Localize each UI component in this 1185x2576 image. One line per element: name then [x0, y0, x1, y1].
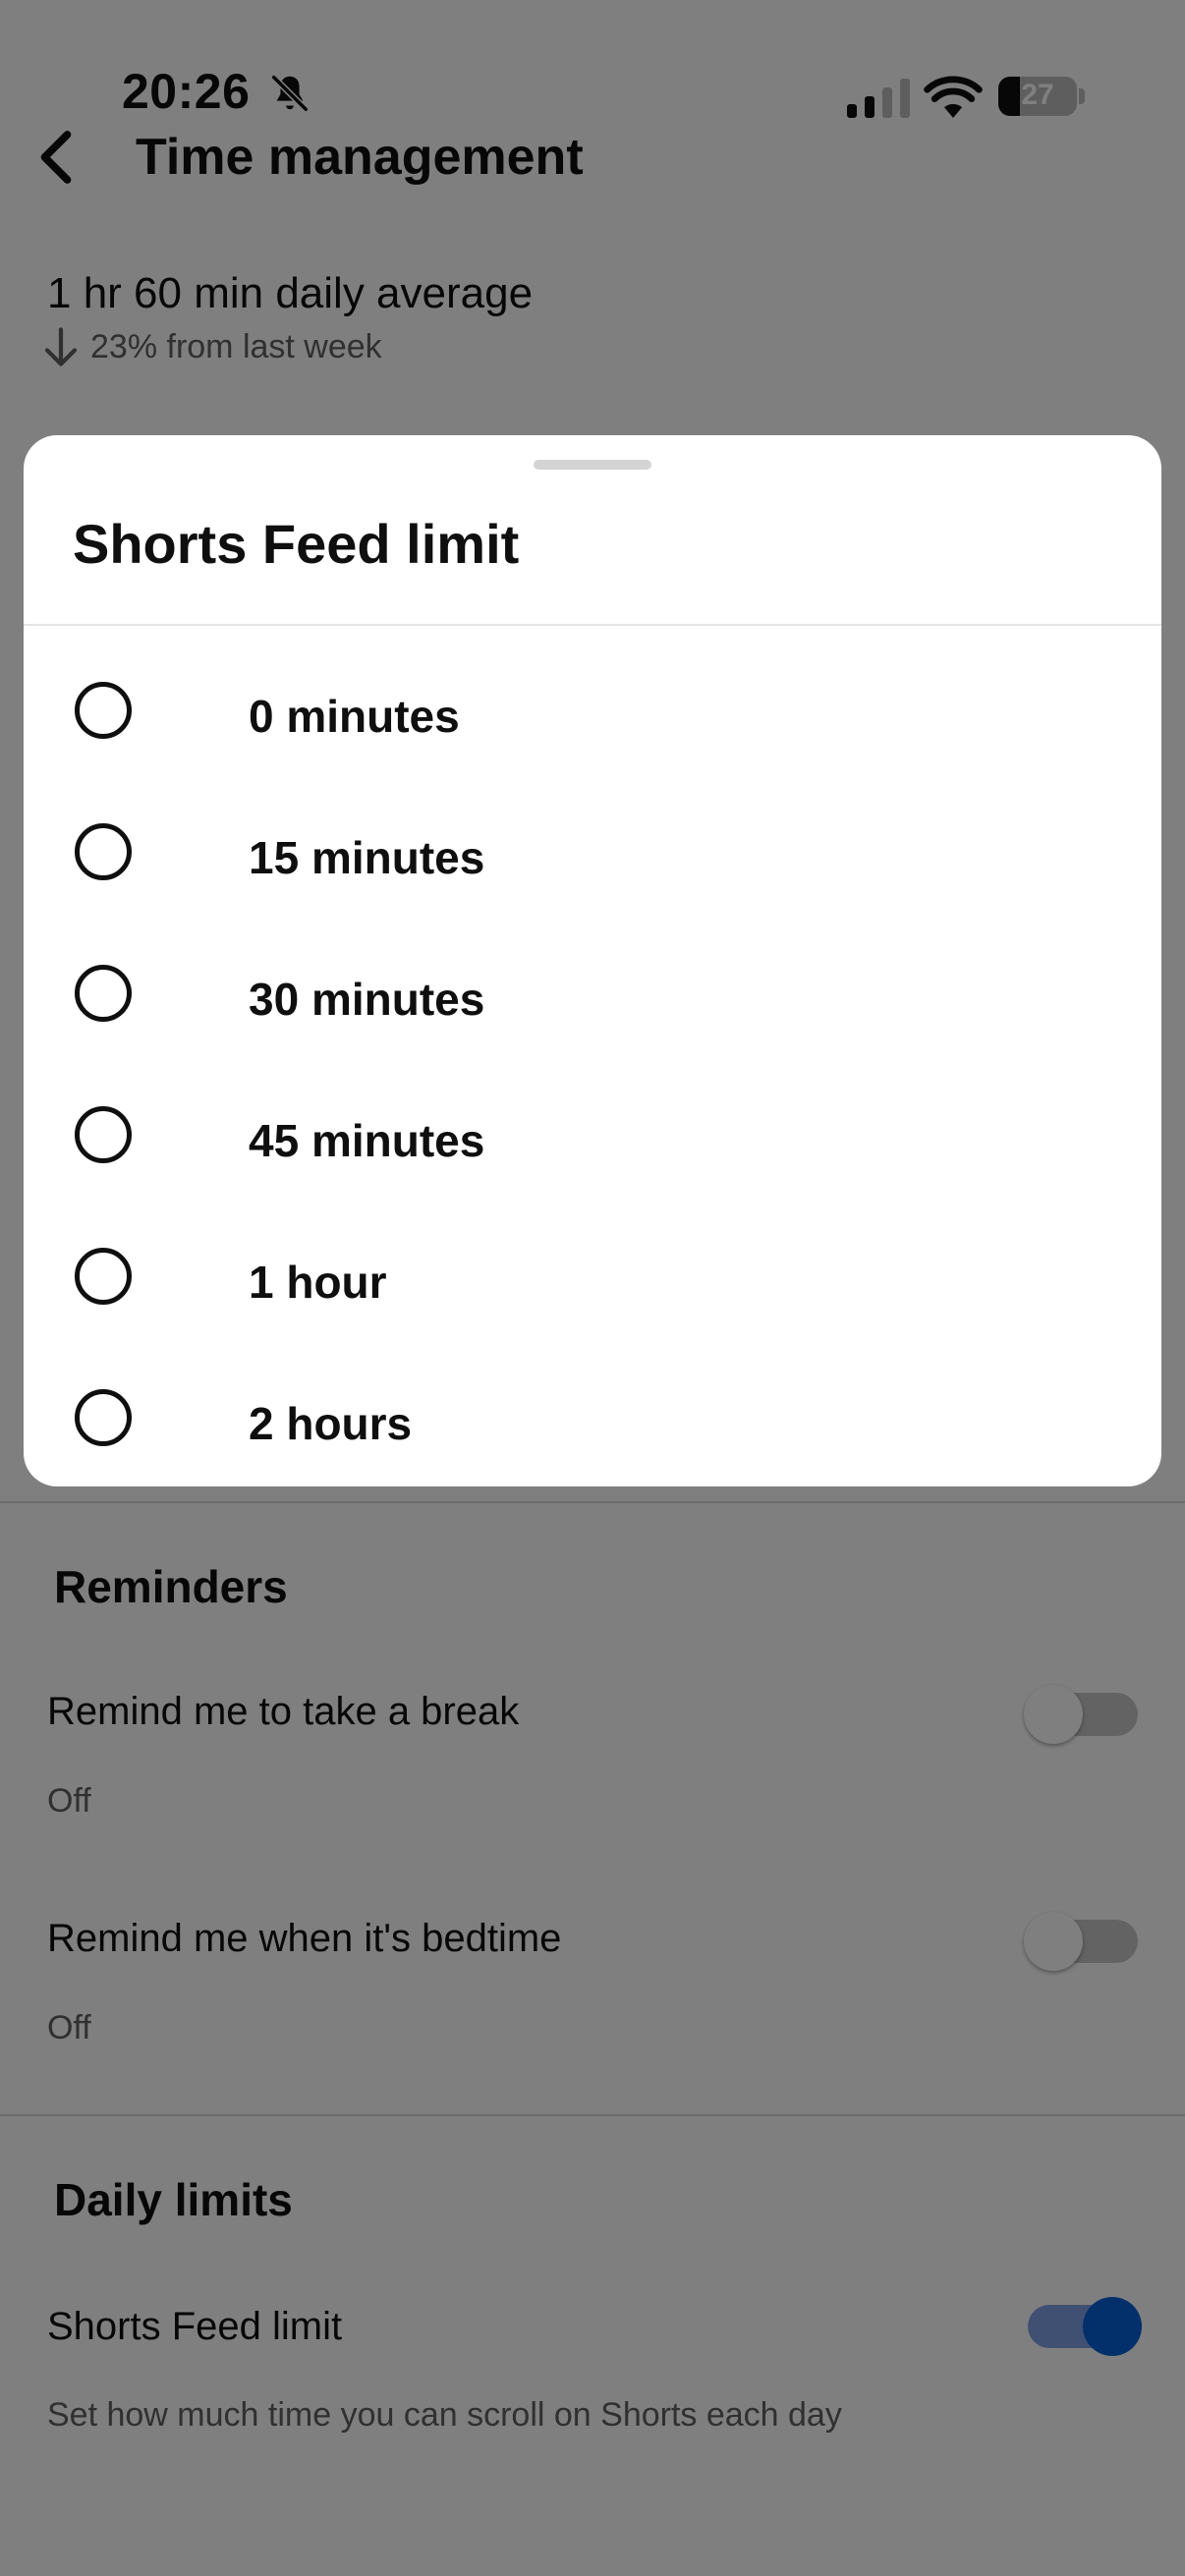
radio-button[interactable]: [75, 1106, 132, 1163]
option-label: 30 minutes: [249, 974, 485, 1025]
option-label: 2 hours: [249, 1398, 413, 1449]
radio-button[interactable]: [75, 1248, 132, 1305]
option-15-minutes[interactable]: 15 minutes: [24, 786, 1161, 927]
option-45-minutes[interactable]: 45 minutes: [24, 1069, 1161, 1210]
radio-button[interactable]: [75, 1389, 132, 1446]
radio-button[interactable]: [75, 682, 132, 739]
option-2-hours[interactable]: 2 hours: [24, 1352, 1161, 1486]
option-30-minutes[interactable]: 30 minutes: [24, 927, 1161, 1069]
sheet-title: Shorts Feed limit: [73, 513, 520, 575]
radio-button[interactable]: [75, 965, 132, 1022]
option-label: 45 minutes: [249, 1115, 485, 1166]
option-0-minutes[interactable]: 0 minutes: [24, 644, 1161, 786]
option-1-hour[interactable]: 1 hour: [24, 1210, 1161, 1352]
sheet-divider: [24, 624, 1161, 626]
option-label: 15 minutes: [249, 832, 485, 883]
drag-handle[interactable]: [534, 460, 651, 470]
radio-button[interactable]: [75, 823, 132, 880]
shorts-limit-sheet: Shorts Feed limit 0 minutes 15 minutes 3…: [24, 435, 1161, 1486]
option-label: 0 minutes: [249, 691, 460, 742]
option-label: 1 hour: [249, 1257, 387, 1308]
